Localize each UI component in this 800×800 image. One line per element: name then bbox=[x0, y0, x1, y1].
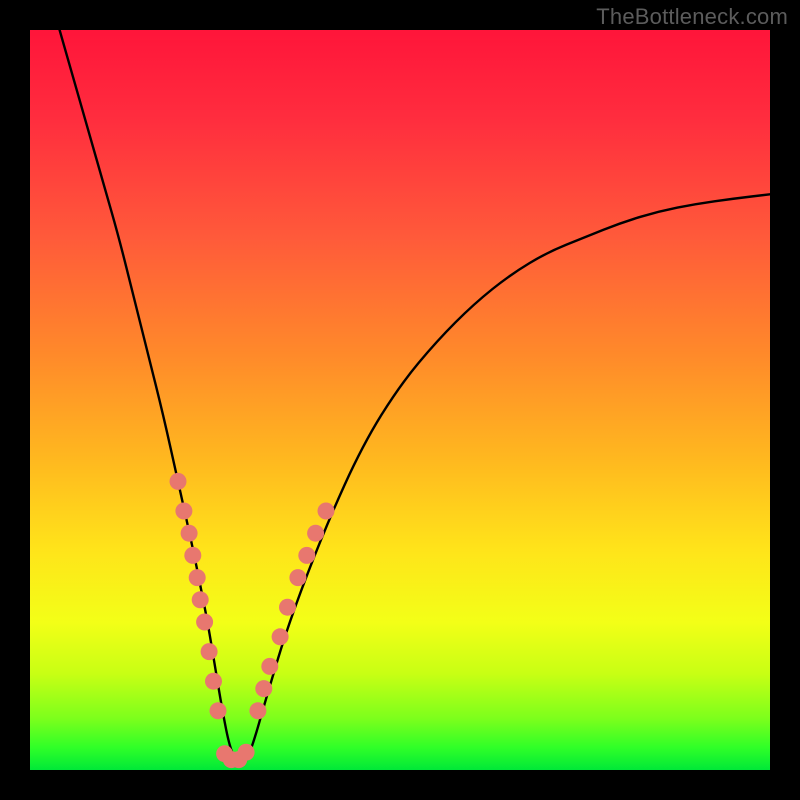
data-point bbox=[181, 525, 198, 542]
bottleneck-curve bbox=[60, 30, 770, 763]
chart-frame: TheBottleneck.com bbox=[0, 0, 800, 800]
data-point bbox=[210, 702, 227, 719]
data-point bbox=[170, 473, 187, 490]
data-point bbox=[261, 658, 278, 675]
watermark-text: TheBottleneck.com bbox=[596, 4, 788, 30]
data-point bbox=[184, 547, 201, 564]
data-point bbox=[279, 599, 296, 616]
data-point bbox=[307, 525, 324, 542]
marker-layer bbox=[170, 473, 335, 768]
data-point bbox=[201, 643, 218, 660]
curve-layer bbox=[30, 30, 770, 770]
data-point bbox=[175, 503, 192, 520]
data-point bbox=[238, 744, 255, 761]
data-point bbox=[318, 503, 335, 520]
data-point bbox=[289, 569, 306, 586]
data-point bbox=[255, 680, 272, 697]
plot-area bbox=[30, 30, 770, 770]
data-point bbox=[205, 673, 222, 690]
data-point bbox=[298, 547, 315, 564]
data-point bbox=[189, 569, 206, 586]
data-point bbox=[249, 702, 266, 719]
data-point bbox=[192, 591, 209, 608]
data-point bbox=[196, 614, 213, 631]
data-point bbox=[272, 628, 289, 645]
